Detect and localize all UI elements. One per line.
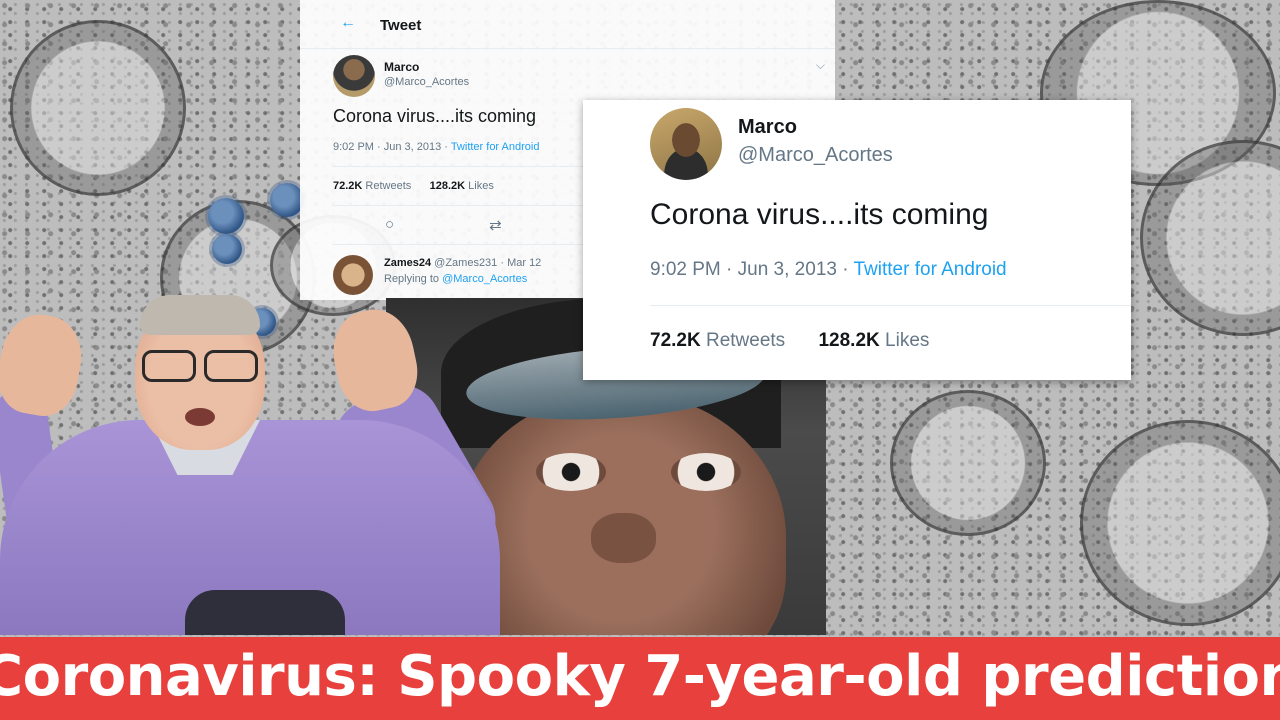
glasses — [142, 350, 258, 382]
retweets-count[interactable]: 72.2K — [333, 180, 362, 192]
tweet-text: Corona virus....its coming — [650, 198, 989, 231]
arrow-left-icon[interactable]: ← — [340, 14, 356, 32]
retweet-icon[interactable]: ⇄ — [489, 216, 502, 234]
reply-icon[interactable]: ○ — [385, 216, 394, 234]
author-handle[interactable]: @Marco_Acortes — [384, 76, 469, 88]
tweet-source-link[interactable]: Twitter for Android — [854, 259, 1007, 280]
tweet-timestamp: 9:02 PM · Jun 3, 2013 · Twitter for Andr… — [333, 141, 539, 153]
replying-to: Replying to @Marco_Acortes — [384, 273, 527, 285]
likes-count[interactable]: 128.2K — [818, 330, 879, 351]
divider — [650, 305, 1131, 306]
likes-label[interactable]: Likes — [885, 330, 929, 351]
tweet-card-large: Marco @Marco_Acortes Corona virus....its… — [583, 100, 1131, 380]
retweets-label[interactable]: Retweets — [706, 330, 785, 351]
nose — [591, 513, 656, 563]
likes-count[interactable]: 128.2K — [430, 180, 465, 192]
pants — [185, 590, 345, 635]
replying-to-link[interactable]: @Marco_Acortes — [442, 273, 527, 285]
hair — [140, 295, 260, 335]
hand — [0, 308, 89, 422]
tweet-header-title: Tweet — [380, 17, 422, 34]
tweet-actions: ○ ⇄ — [385, 216, 502, 234]
tweet-timestamp: 9:02 PM · Jun 3, 2013 · Twitter for Andr… — [650, 259, 1007, 281]
avatar[interactable] — [333, 55, 375, 97]
tweet-stats: 72.2K Retweets 128.2K Likes — [650, 330, 929, 352]
eye — [671, 453, 741, 491]
chevron-down-icon[interactable]: ⌵ — [816, 58, 825, 73]
headline-text: Coronavirus: Spooky 7-year-old predictio… — [0, 644, 1280, 709]
retweets-count[interactable]: 72.2K — [650, 330, 701, 351]
replying-to-prefix: Replying to — [384, 273, 443, 285]
reply-handle-date: @Zames231 · Mar 12 — [434, 257, 542, 269]
mouth — [185, 408, 215, 426]
reply-avatar[interactable] — [333, 255, 373, 295]
tweet-time: 9:02 PM · Jun 3, 2013 · — [650, 259, 854, 280]
reply-author[interactable]: Zames24 @Zames231 · Mar 12 — [384, 257, 541, 269]
tweet-time: 9:02 PM · Jun 3, 2013 · — [333, 141, 451, 153]
tweet-text: Corona virus....its coming — [333, 106, 537, 126]
likes-label[interactable]: Likes — [468, 180, 494, 192]
eye — [536, 453, 606, 491]
author-name[interactable]: Marco — [738, 116, 797, 139]
retweets-label[interactable]: Retweets — [365, 180, 411, 192]
avatar[interactable] — [650, 108, 722, 180]
author-handle[interactable]: @Marco_Acortes — [738, 144, 893, 167]
reply-author-name: Zames24 — [384, 257, 432, 269]
headline-banner: Coronavirus: Spooky 7-year-old predictio… — [0, 637, 1280, 720]
author-name[interactable]: Marco — [384, 60, 419, 74]
person-raised-hands — [0, 290, 520, 635]
tweet-source-link[interactable]: Twitter for Android — [451, 141, 540, 153]
tweet-stats: 72.2K Retweets 128.2K Likes — [333, 180, 494, 192]
tweet-header: ← Tweet — [300, 0, 835, 49]
